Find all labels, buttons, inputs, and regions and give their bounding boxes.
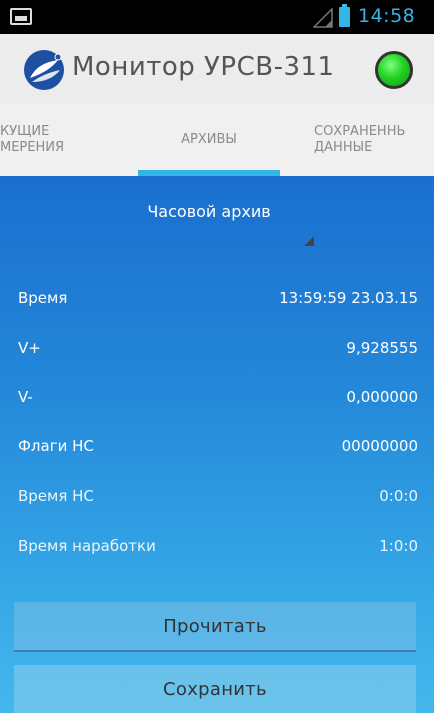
connection-status-indicator[interactable] bbox=[375, 51, 413, 89]
archive-type-selected: Часовой архив bbox=[147, 202, 271, 221]
action-bar: Монитор УРСВ-311 bbox=[0, 34, 434, 104]
row-time: Время 13:59:59 23.03.15 bbox=[0, 274, 434, 322]
save-button[interactable]: Сохранить bbox=[14, 665, 416, 713]
row-v-minus: V- 0,000000 bbox=[0, 373, 434, 421]
tab-archives[interactable]: АРХИВЫ bbox=[138, 104, 280, 176]
archive-type-spinner[interactable]: Часовой архив bbox=[124, 186, 320, 250]
row-label: V+ bbox=[18, 339, 41, 357]
tab-current-measurements[interactable]: КУЩИЕ МЕРЕНИЯ bbox=[0, 104, 104, 176]
tab-saved-data[interactable]: СОХРАНЕННЬ ДАННЫЕ bbox=[314, 104, 434, 176]
row-label: Время наработки bbox=[18, 537, 156, 555]
signal-icon bbox=[313, 8, 333, 28]
status-bar: 14:58 bbox=[0, 0, 434, 34]
row-v-plus: V+ 9,928555 bbox=[0, 324, 434, 372]
row-value: 13:59:59 23.03.15 bbox=[279, 289, 418, 307]
app-logo-icon bbox=[24, 50, 64, 90]
row-label: V- bbox=[18, 388, 33, 406]
row-operating-time: Время наработки 1:0:0 bbox=[0, 522, 434, 570]
status-clock: 14:58 bbox=[358, 5, 416, 27]
app-title: Монитор УРСВ-311 bbox=[72, 52, 335, 82]
battery-icon bbox=[339, 4, 350, 27]
row-label: Время bbox=[18, 289, 68, 307]
app-notification-icon bbox=[10, 8, 32, 25]
row-label: Время НС bbox=[18, 487, 94, 505]
row-value: 0:0:0 bbox=[379, 487, 418, 505]
row-label: Флаги НС bbox=[18, 437, 94, 455]
archive-panel: Часовой архив Время 13:59:59 23.03.15 V+… bbox=[0, 176, 434, 713]
row-error-flags: Флаги НС 00000000 bbox=[0, 422, 434, 470]
row-error-time: Время НС 0:0:0 bbox=[0, 472, 434, 520]
row-value: 0,000000 bbox=[346, 388, 418, 406]
read-button[interactable]: Прочитать bbox=[14, 602, 416, 652]
row-value: 00000000 bbox=[341, 437, 418, 455]
tab-bar: КУЩИЕ МЕРЕНИЯ АРХИВЫ СОХРАНЕННЬ ДАННЫЕ bbox=[0, 104, 434, 177]
row-value: 9,928555 bbox=[346, 339, 418, 357]
row-value: 1:0:0 bbox=[379, 537, 418, 555]
spinner-dropdown-icon bbox=[304, 236, 314, 246]
